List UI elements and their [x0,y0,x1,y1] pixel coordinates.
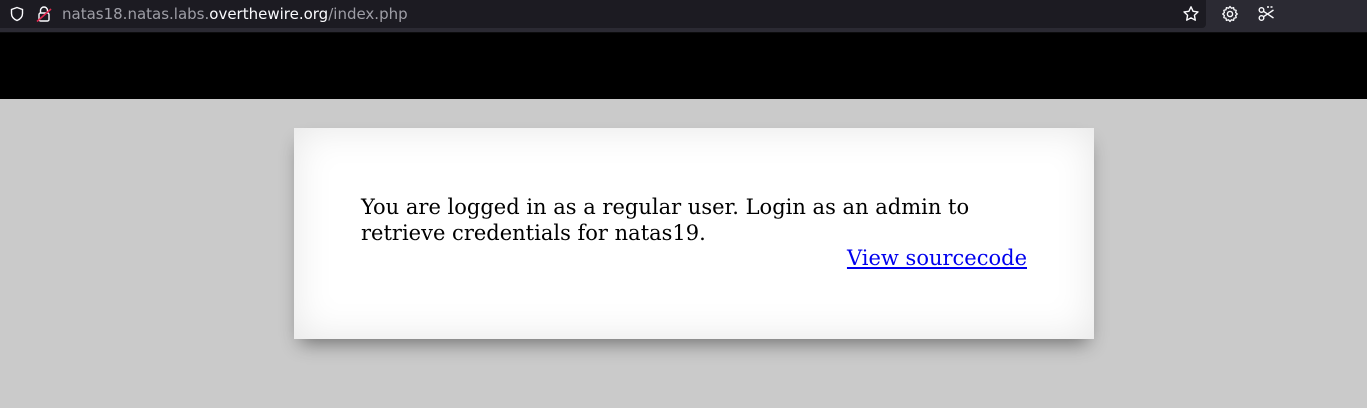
url-path: /index.php [328,5,408,23]
settings-gear-icon[interactable] [1221,5,1239,23]
browser-toolbar: natas18.natas.labs.overthewire.org/index… [0,0,1367,33]
view-sourcecode-link[interactable]: View sourcecode [847,245,1027,271]
lock-warning-icon[interactable] [36,5,52,23]
address-bar[interactable]: natas18.natas.labs.overthewire.org/index… [0,0,1206,28]
site-header-band [0,33,1367,99]
url-text[interactable]: natas18.natas.labs.overthewire.org/index… [62,4,408,24]
url-prefix: natas18.natas.labs. [62,5,210,23]
shield-icon[interactable] [9,6,25,22]
extension-icon[interactable] [1257,5,1275,23]
bookmark-star-icon[interactable] [1182,5,1200,23]
content-card: You are logged in as a regular user. Log… [294,128,1094,339]
login-status-message: You are logged in as a regular user. Log… [361,195,970,245]
url-domain: overthewire.org [209,5,329,23]
